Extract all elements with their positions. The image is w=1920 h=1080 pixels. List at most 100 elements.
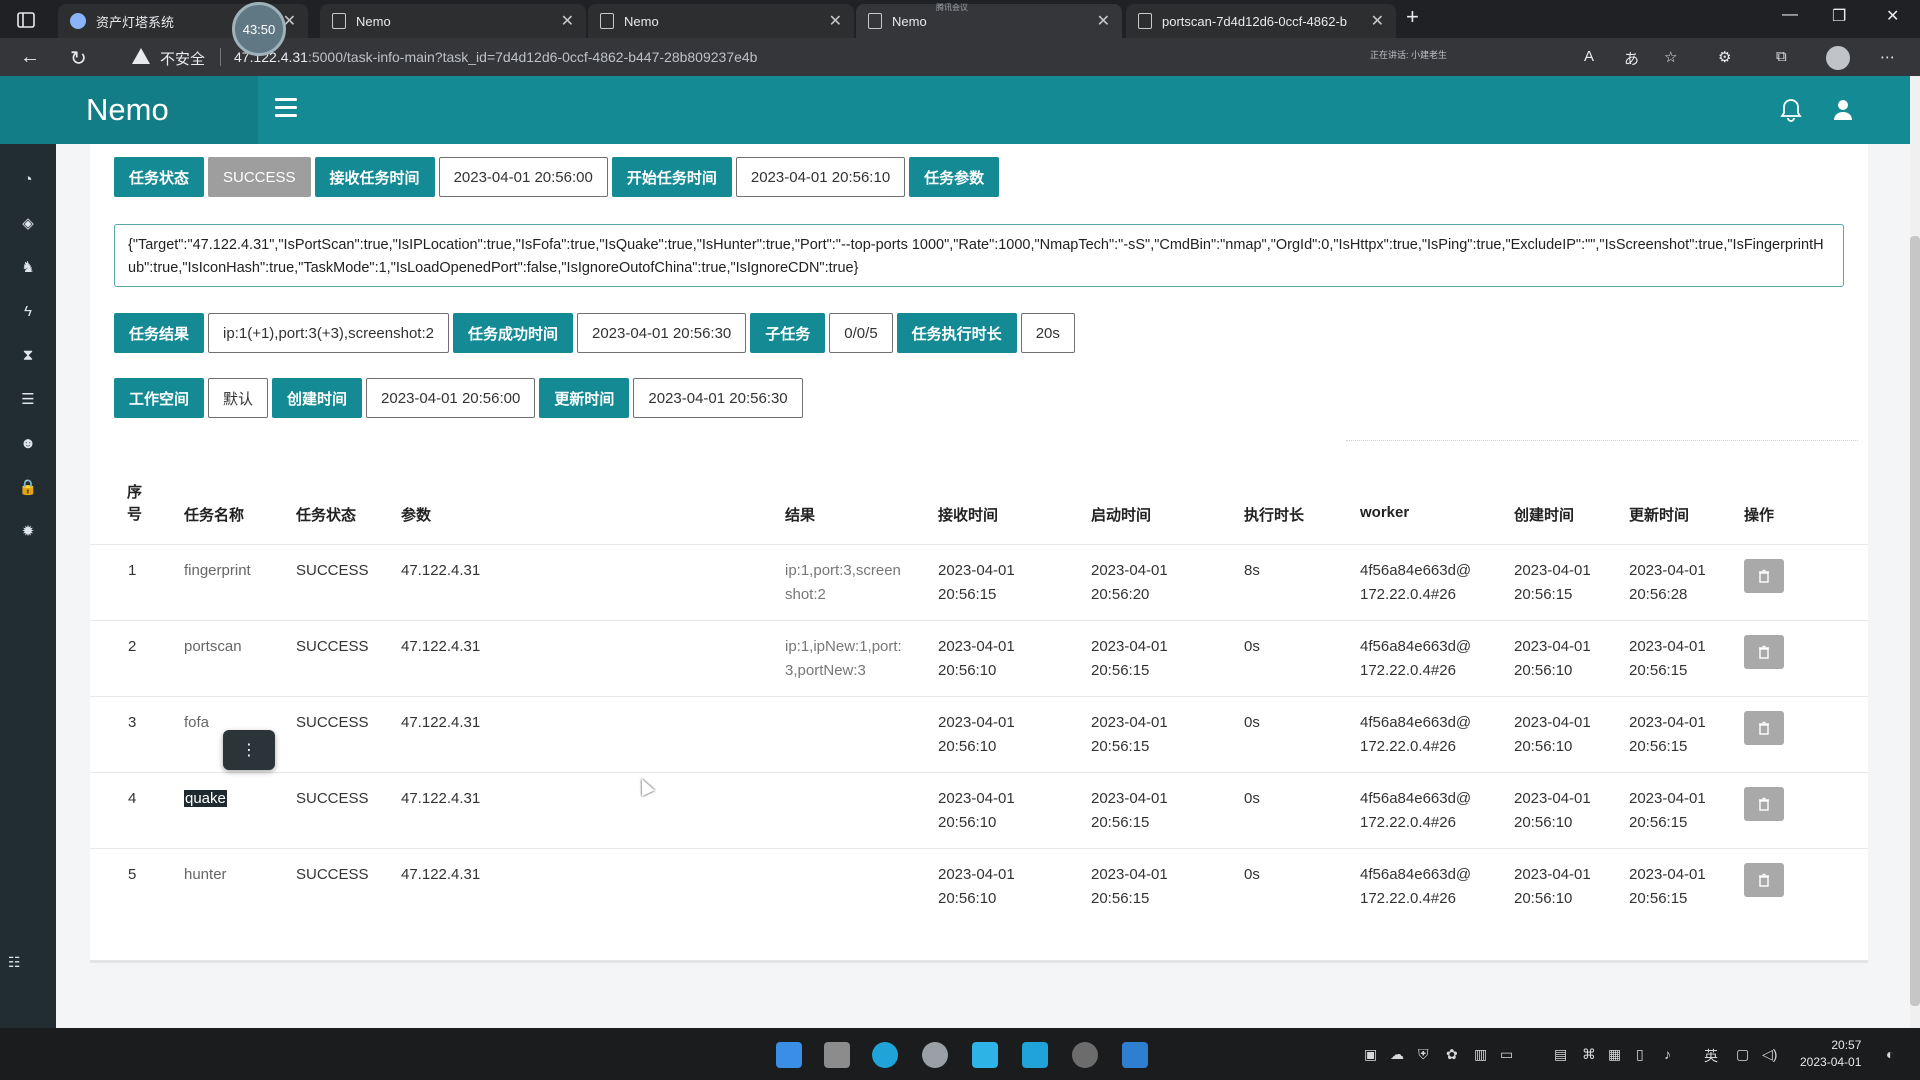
delete-button[interactable] <box>1744 711 1784 745</box>
brand-box: Nemo <box>0 76 258 144</box>
meeting-timer[interactable]: 43:50 <box>232 2 286 56</box>
new-tab-icon[interactable]: + <box>1406 4 1419 30</box>
tray-shield-icon[interactable]: ⛨ <box>1418 1046 1429 1063</box>
start-icon[interactable] <box>776 1042 802 1068</box>
app-icon[interactable] <box>972 1042 998 1068</box>
minimize-icon[interactable]: — <box>1782 6 1798 24</box>
tray-screen-icon[interactable]: ▢ <box>1736 1046 1749 1063</box>
cell-received: 2023-04-01 20:56:10 <box>938 866 1015 907</box>
trash-icon <box>1759 721 1769 735</box>
close-icon[interactable]: ✕ <box>829 11 842 31</box>
col-result: 结果 <box>785 507 816 524</box>
tray-app-icon[interactable]: ▥ <box>1474 1046 1487 1063</box>
gear-icon[interactable]: ✹ <box>18 522 38 542</box>
tab-nemo-1[interactable]: Nemo ✕ <box>320 4 586 38</box>
cell-duration: 8s <box>1244 562 1260 579</box>
reload-icon[interactable]: ↻ <box>70 46 87 71</box>
url-field[interactable]: 47.122.4.31:5000/task-info-main?task_id=… <box>234 49 757 65</box>
app-logo[interactable]: Nemo <box>86 92 169 128</box>
cell-received: 2023-04-01 20:56:10 <box>938 638 1015 679</box>
workspace-value: 默认 <box>208 378 269 418</box>
insecure-label[interactable]: 不安全 <box>160 48 205 69</box>
cell-no: 2 <box>128 638 137 655</box>
user-icon[interactable] <box>1832 98 1854 122</box>
shield-icon[interactable]: ♞ <box>18 258 38 278</box>
restore-icon[interactable]: ❐ <box>1832 6 1846 26</box>
task-params-label: 任务参数 <box>909 157 1000 197</box>
workspace-label: 工作空间 <box>114 378 205 418</box>
context-menu-button[interactable]: ⋮ <box>223 730 275 770</box>
more-icon[interactable]: ⋯ <box>1880 48 1895 66</box>
collapse-icon[interactable]: ☷ <box>8 954 21 971</box>
tray-chat-icon[interactable]: ▤ <box>1554 1046 1567 1063</box>
cell-result: ip:1,port:3,screen shot:2 <box>785 562 901 603</box>
edge-icon[interactable] <box>872 1042 898 1068</box>
scrollbar-thumb[interactable] <box>1910 236 1920 1006</box>
cell-status: SUCCESS <box>296 790 369 807</box>
tab-actions-icon[interactable] <box>16 10 36 30</box>
tab-nemo-2[interactable]: Nemo ✕ <box>588 4 854 38</box>
meeting-app-icon[interactable] <box>1022 1042 1048 1068</box>
col-worker: worker <box>1360 504 1410 521</box>
col-actions: 操作 <box>1744 507 1775 524</box>
back-icon[interactable]: ← <box>20 46 40 69</box>
page-favicon-icon <box>1138 13 1152 29</box>
taskbar-clock[interactable]: 20:57 2023-04-01 <box>1800 1037 1861 1071</box>
cell-started: 2023-04-01 20:56:15 <box>1091 790 1168 831</box>
notification-icon[interactable]: ◐ <box>1886 1046 1894 1062</box>
divider <box>1346 440 1858 441</box>
extensions-icon[interactable]: ⚙ <box>1718 48 1731 66</box>
success-time-label: 任务成功时间 <box>452 313 573 353</box>
cell-status: SUCCESS <box>296 562 369 579</box>
tray-meeting-icon[interactable]: ▣ <box>1364 1046 1377 1063</box>
settings-app-icon[interactable] <box>1072 1042 1098 1068</box>
dashboard-icon[interactable]: ◔ <box>18 170 38 190</box>
task-params-json: {"Target":"47.122.4.31","IsPortScan":tru… <box>114 224 1844 287</box>
collections-icon[interactable]: ⧉ <box>1776 48 1787 65</box>
bell-icon[interactable] <box>1780 98 1802 122</box>
favorite-icon[interactable]: ☆ <box>1664 48 1677 66</box>
file-explorer-icon[interactable] <box>824 1042 850 1068</box>
more-vertical-icon: ⋮ <box>241 742 257 759</box>
ime-indicator[interactable]: 英 <box>1704 1046 1718 1066</box>
tray-cloud-icon[interactable]: ☁ <box>1390 1046 1404 1063</box>
list-icon[interactable]: ☰ <box>18 390 38 410</box>
warning-icon[interactable] <box>132 48 150 64</box>
cell-received: 2023-04-01 20:56:10 <box>938 714 1015 755</box>
tray-battery-icon[interactable]: ▯ <box>1636 1046 1644 1063</box>
hourglass-icon[interactable]: ⧗ <box>18 346 38 366</box>
tray-grid-icon[interactable]: ▦ <box>1608 1046 1621 1063</box>
close-icon[interactable]: ✕ <box>561 11 574 31</box>
bolt-icon[interactable]: ϟ <box>18 302 38 322</box>
close-icon[interactable]: ✕ <box>1371 11 1384 31</box>
start-time-label: 开始任务时间 <box>611 157 732 197</box>
tab-nemo-3[interactable]: Nemo ✕ <box>856 4 1122 38</box>
cell-duration: 0s <box>1244 638 1260 655</box>
lock-icon[interactable]: 🔒 <box>18 478 38 498</box>
tab-portscan[interactable]: portscan-7d4d12d6-0ccf-4862-b ✕ <box>1126 4 1396 38</box>
diamond-icon[interactable]: ◈ <box>18 214 38 234</box>
tray-network-icon[interactable]: ⌘ <box>1582 1046 1596 1063</box>
volume-icon[interactable]: ◁) <box>1762 1046 1777 1063</box>
table-row: 1 fingerprint SUCCESS 47.122.4.31 ip:1,p… <box>90 544 1868 620</box>
status-badge: SUCCESS <box>208 157 311 197</box>
close-icon[interactable]: ✕ <box>1097 11 1110 31</box>
profile-avatar[interactable] <box>1826 46 1850 70</box>
created-time-value: 2023-04-01 20:56:00 <box>366 378 536 418</box>
tray-bug-icon[interactable]: ✿ <box>1446 1046 1458 1063</box>
table-row: 3 fofa SUCCESS 47.122.4.31 2023-04-01 20… <box>90 696 1868 772</box>
read-aloud-icon[interactable]: A <box>1584 48 1594 65</box>
tray-display-icon[interactable]: ▭ <box>1500 1046 1513 1063</box>
delete-button[interactable] <box>1744 787 1784 821</box>
delete-button[interactable] <box>1744 863 1784 897</box>
close-window-icon[interactable]: ✕ <box>1886 6 1899 26</box>
tray-mic-icon[interactable]: ♪ <box>1664 1046 1671 1062</box>
users-icon[interactable]: ☻ <box>18 434 38 454</box>
delete-button[interactable] <box>1744 559 1784 593</box>
table-row: 4 quake SUCCESS 47.122.4.31 2023-04-01 2… <box>90 772 1868 848</box>
chrome-icon[interactable] <box>922 1042 948 1068</box>
vscode-icon[interactable] <box>1122 1042 1148 1068</box>
translate-icon[interactable]: あ <box>1624 48 1639 69</box>
delete-button[interactable] <box>1744 635 1784 669</box>
menu-toggle-icon[interactable] <box>275 98 297 118</box>
